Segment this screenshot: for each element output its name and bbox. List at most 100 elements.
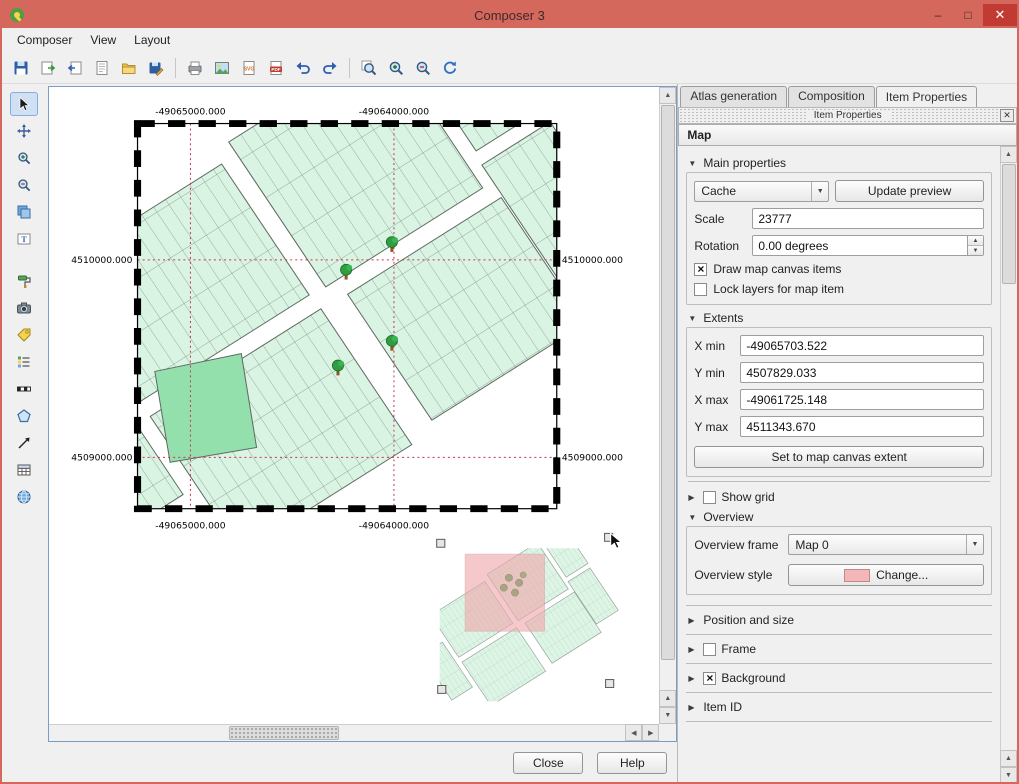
- overview-style-color-swatch: [844, 569, 870, 582]
- zoom-out-tool[interactable]: [10, 173, 38, 197]
- y-max-input[interactable]: [740, 416, 984, 437]
- redo-icon[interactable]: [317, 55, 343, 81]
- export-svg-icon[interactable]: SVG: [236, 55, 262, 81]
- panel-scroll-thumb[interactable]: [1002, 164, 1016, 284]
- add-html-frame-tool[interactable]: [10, 485, 38, 509]
- extents-header[interactable]: ▼ Extents: [688, 311, 990, 325]
- rotation-spinner[interactable]: ▲▼: [968, 235, 984, 256]
- help-button[interactable]: Help: [597, 752, 667, 774]
- draw-map-canvas-items-checkbox[interactable]: ×: [694, 263, 707, 276]
- panel-scroll-down-arrow[interactable]: ▼: [1000, 767, 1017, 784]
- add-new-legend-tool[interactable]: [10, 350, 38, 374]
- preview-mode-value: Cache: [701, 184, 736, 198]
- spin-down-icon[interactable]: ▼: [968, 246, 983, 255]
- scroll-down-arrow[interactable]: ▼: [659, 707, 676, 724]
- canvas-horizontal-scrollbar[interactable]: ◀ ▶: [49, 724, 660, 741]
- title-bar[interactable]: Composer 3 – □ ✕: [2, 2, 1017, 28]
- x-max-input[interactable]: [740, 389, 984, 410]
- panel-scroll-up-arrow[interactable]: ▲: [1000, 146, 1017, 163]
- tab-composition[interactable]: Composition: [788, 86, 875, 107]
- zoom-in-icon[interactable]: [383, 55, 409, 81]
- selection-handle-bottom-right[interactable]: [605, 680, 613, 688]
- selection-handle-top-left[interactable]: [437, 539, 445, 547]
- add-scalebar-tool[interactable]: [10, 377, 38, 401]
- zoom-out-icon[interactable]: [410, 55, 436, 81]
- close-button[interactable]: Close: [513, 752, 583, 774]
- tab-item-properties[interactable]: Item Properties: [876, 86, 977, 107]
- add-image-tool[interactable]: [10, 296, 38, 320]
- update-preview-button[interactable]: Update preview: [835, 180, 984, 202]
- select-move-item-tool[interactable]: [10, 92, 38, 116]
- add-new-label-tool[interactable]: T: [10, 227, 38, 251]
- x-min-input[interactable]: [740, 335, 984, 356]
- y-min-input[interactable]: [740, 362, 984, 383]
- show-grid-checkbox[interactable]: [703, 491, 716, 504]
- scale-input[interactable]: [752, 208, 984, 229]
- window-title: Composer 3: [2, 8, 1017, 23]
- zoom-in-tool[interactable]: [10, 146, 38, 170]
- lock-layers-checkbox[interactable]: [694, 283, 707, 296]
- background-checkbox[interactable]: ×: [703, 672, 716, 685]
- add-attribute-table-tool[interactable]: [10, 458, 38, 482]
- scroll-up-arrow-2[interactable]: ▲: [659, 690, 676, 707]
- vertical-scroll-thumb[interactable]: [661, 105, 675, 660]
- spin-up-icon[interactable]: ▲: [968, 236, 983, 246]
- page-icon: [93, 59, 111, 77]
- scroll-left-arrow[interactable]: ◀: [625, 724, 642, 741]
- add-arrow-tool[interactable]: [10, 431, 38, 455]
- selection-handle-bottom-left[interactable]: [438, 685, 446, 693]
- overview-map-item[interactable]: [402, 525, 626, 721]
- show-grid-header[interactable]: ▶ Show grid: [688, 481, 990, 504]
- save-as-icon[interactable]: [143, 55, 169, 81]
- panel-vertical-scrollbar[interactable]: ▲ ▲ ▼: [1000, 146, 1017, 784]
- dock-title-bar[interactable]: Item Properties ✕: [678, 107, 1017, 124]
- horizontal-scroll-thumb[interactable]: [229, 726, 339, 740]
- refresh-view-icon[interactable]: [437, 55, 463, 81]
- toolbar-separator: [175, 58, 176, 78]
- canvas-vertical-scrollbar[interactable]: ▲ ▲ ▼: [659, 87, 676, 724]
- chevron-down-icon: ▼: [966, 535, 983, 554]
- export-image-icon[interactable]: [209, 55, 235, 81]
- add-tag-tool[interactable]: [10, 323, 38, 347]
- menu-view[interactable]: View: [81, 30, 125, 50]
- map-item[interactable]: -49065000.000 -49064000.000 -49065000.00…: [49, 87, 660, 602]
- dialog-button-bar: Close Help: [46, 742, 678, 784]
- set-to-map-canvas-extent-button[interactable]: Set to map canvas extent: [694, 446, 984, 468]
- add-north-arrow-tool[interactable]: [10, 269, 38, 293]
- overview-frame-combobox[interactable]: Map 0 ▼: [788, 534, 984, 555]
- menu-composer[interactable]: Composer: [8, 30, 81, 50]
- add-new-map-tool[interactable]: [10, 200, 38, 224]
- rotation-input[interactable]: [752, 235, 968, 256]
- import-template-icon[interactable]: [62, 55, 88, 81]
- position-and-size-header[interactable]: ▶ Position and size: [686, 605, 992, 635]
- pan-tool[interactable]: [10, 119, 38, 143]
- overview-style-change-button[interactable]: Change...: [788, 564, 984, 586]
- export-template-icon[interactable]: [35, 55, 61, 81]
- template-in-icon: [66, 59, 84, 77]
- save-icon[interactable]: [8, 55, 34, 81]
- composer-canvas[interactable]: -49065000.000 -49064000.000 -49065000.00…: [48, 86, 678, 742]
- undo-icon[interactable]: [290, 55, 316, 81]
- tab-atlas-generation[interactable]: Atlas generation: [680, 86, 787, 107]
- scroll-right-arrow[interactable]: ▶: [642, 724, 659, 741]
- overview-header[interactable]: ▼ Overview: [688, 510, 990, 524]
- menu-layout[interactable]: Layout: [125, 30, 179, 50]
- add-basic-shape-tool[interactable]: [10, 404, 38, 428]
- open-folder-icon[interactable]: [116, 55, 142, 81]
- frame-header[interactable]: ▶ Frame: [686, 635, 992, 664]
- frame-checkbox[interactable]: [703, 643, 716, 656]
- panel-scroll-up-arrow-2[interactable]: ▲: [1000, 750, 1017, 767]
- main-properties-header[interactable]: ▼ Main properties: [688, 156, 990, 170]
- zoom-full-icon[interactable]: [356, 55, 382, 81]
- item-id-header[interactable]: ▶ Item ID: [686, 693, 992, 722]
- svg-text:4509000.000: 4509000.000: [562, 453, 623, 463]
- dock-close-icon[interactable]: ✕: [1000, 109, 1014, 122]
- page-setup-icon[interactable]: [89, 55, 115, 81]
- background-header[interactable]: ▶ × Background: [686, 664, 992, 693]
- print-icon[interactable]: [182, 55, 208, 81]
- export-pdf-icon[interactable]: PDF: [263, 55, 289, 81]
- preview-mode-combobox[interactable]: Cache ▼: [694, 181, 829, 202]
- composition-page[interactable]: -49065000.000 -49064000.000 -49065000.00…: [49, 87, 660, 724]
- camera-icon: [16, 300, 32, 316]
- scroll-up-arrow[interactable]: ▲: [659, 87, 676, 104]
